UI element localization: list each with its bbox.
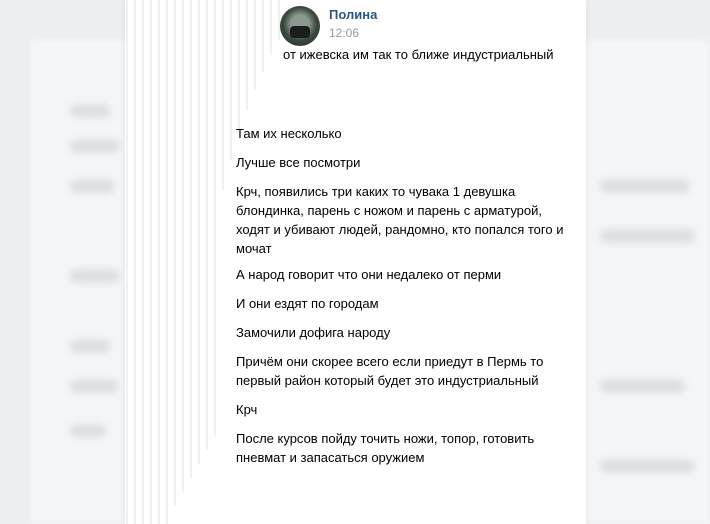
message-text: Замочили дофига народу: [236, 325, 391, 340]
blurred-text-line: [600, 460, 695, 472]
message-text: А народ говорит что они недалеко от перм…: [236, 267, 502, 282]
author-name[interactable]: Полина: [329, 7, 377, 22]
message-text: После курсов пойду точить ножи, топор, г…: [236, 431, 535, 465]
blurred-text-line: [600, 380, 685, 392]
blurred-text-line: [600, 180, 690, 192]
blurred-text-line: [600, 230, 695, 242]
message-text: Крч, появились три каких то чувака 1 дев…: [236, 184, 564, 256]
blurred-text-line: [70, 140, 120, 152]
message-text: от ижевска им так то ближе индустриальны…: [283, 47, 554, 62]
message-time[interactable]: 12:06: [329, 26, 359, 40]
message-text: Там их несколько: [236, 126, 342, 141]
blurred-text-line: [70, 105, 110, 117]
blurred-text-line: [70, 340, 110, 352]
blurred-text-line: [70, 270, 120, 282]
avatar[interactable]: [280, 6, 320, 46]
message-text: Причём они скорее всего если приедут в П…: [236, 354, 544, 388]
blurred-text-line: [70, 425, 106, 437]
message-text: Лучше все посмотри: [236, 155, 361, 170]
blurred-text-line: [70, 180, 115, 192]
message-text: И они ездят по городам: [236, 296, 379, 311]
message-text: Крч: [236, 402, 258, 417]
blurred-text-line: [70, 380, 118, 392]
